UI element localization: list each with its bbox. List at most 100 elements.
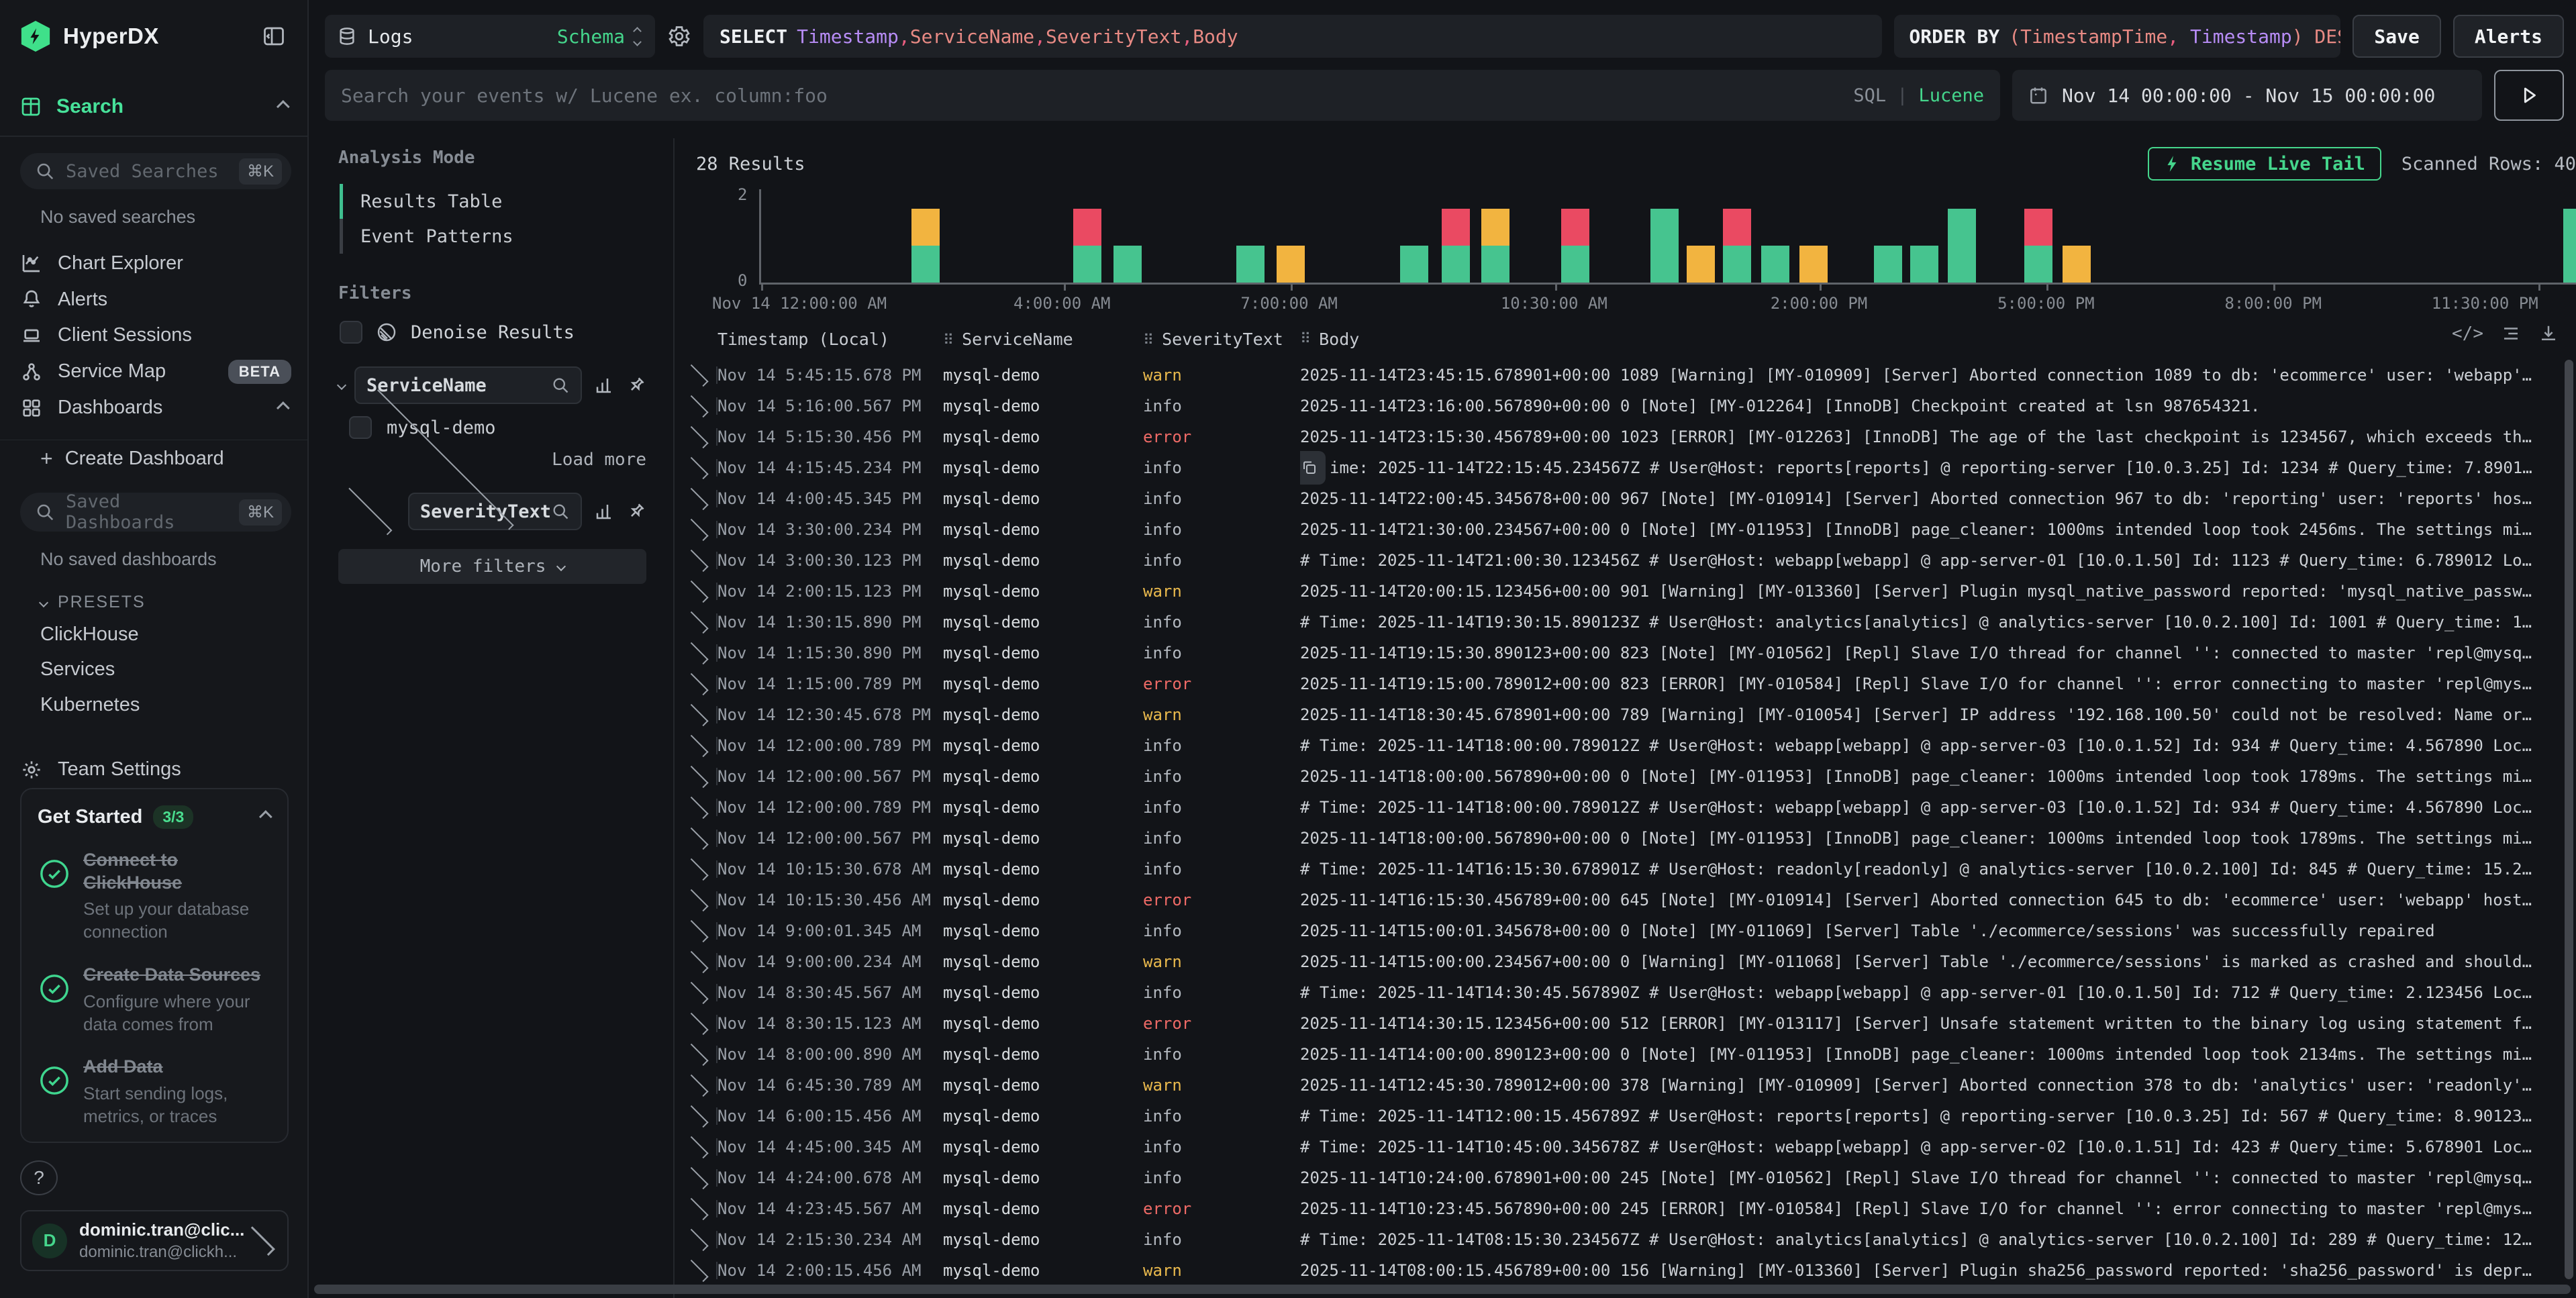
- expand-chevron-icon[interactable]: [686, 827, 708, 849]
- column-header-servicename[interactable]: ⠿ServiceName: [943, 330, 1143, 349]
- create-dashboard-button[interactable]: + Create Dashboard: [40, 440, 295, 477]
- mode-event-patterns[interactable]: Event Patterns: [340, 219, 646, 254]
- chevron-up-icon[interactable]: [277, 401, 290, 415]
- saved-dashboards-input[interactable]: Saved Dashboards ⌘K: [20, 493, 291, 532]
- drag-grip-icon[interactable]: ⠿: [1143, 332, 1154, 349]
- expand-chevron-icon[interactable]: [686, 549, 708, 571]
- horizontal-scrollbar[interactable]: [314, 1285, 2571, 1294]
- expand-chevron-icon[interactable]: [686, 889, 708, 911]
- collapse-sidebar-icon[interactable]: [262, 24, 286, 48]
- order-by-input[interactable]: ORDER BY (TimestampTime, Timestamp) DESC: [1894, 15, 2340, 58]
- expand-chevron-icon[interactable]: [686, 580, 708, 602]
- vertical-scrollbar[interactable]: [2565, 360, 2573, 1279]
- table-row[interactable]: Nov 14 8:30:45.567 AM mysql-demo info # …: [685, 977, 2576, 1008]
- expand-chevron-icon[interactable]: [686, 858, 708, 880]
- alerts-button[interactable]: Alerts: [2453, 15, 2564, 58]
- sidebar-item-kubernetes[interactable]: Kubernetes: [40, 687, 295, 722]
- expand-chevron-icon[interactable]: [686, 765, 708, 787]
- presets-toggle[interactable]: PRESETS: [40, 587, 295, 617]
- table-row[interactable]: Nov 14 5:15:30.456 PM mysql-demo error 2…: [685, 421, 2576, 452]
- table-row[interactable]: Nov 14 8:30:15.123 AM mysql-demo error 2…: [685, 1008, 2576, 1039]
- select-clause-input[interactable]: SELECT Timestamp,ServiceName,SeverityTex…: [703, 15, 1882, 58]
- table-row[interactable]: Nov 14 1:30:15.890 PM mysql-demo info # …: [685, 607, 2576, 638]
- save-button[interactable]: Save: [2352, 15, 2440, 58]
- table-row[interactable]: Nov 14 9:00:00.234 AM mysql-demo warn 20…: [685, 946, 2576, 977]
- table-row[interactable]: Nov 14 1:15:00.789 PM mysql-demo error 2…: [685, 668, 2576, 699]
- table-row[interactable]: Nov 14 8:00:00.890 AM mysql-demo info 20…: [685, 1039, 2576, 1070]
- expand-chevron-icon[interactable]: [686, 981, 708, 1003]
- expand-chevron-icon[interactable]: [686, 703, 708, 726]
- column-header-severitytext[interactable]: ⠿SeverityText: [1143, 330, 1300, 349]
- facet-chart-icon[interactable]: [594, 501, 614, 521]
- source-select[interactable]: Logs Schema: [325, 15, 655, 58]
- expand-chevron-icon[interactable]: [686, 487, 708, 509]
- table-row[interactable]: Nov 14 6:00:15.456 AM mysql-demo info # …: [685, 1101, 2576, 1132]
- table-row[interactable]: Nov 14 6:45:30.789 AM mysql-demo warn 20…: [685, 1070, 2576, 1101]
- facet-servicename[interactable]: ServiceName: [354, 366, 582, 404]
- table-row[interactable]: Nov 14 10:15:30.678 AM mysql-demo info #…: [685, 854, 2576, 885]
- sidebar-item-team-settings[interactable]: Team Settings: [20, 752, 295, 788]
- sidebar-item-alerts[interactable]: Alerts: [20, 281, 295, 317]
- table-row[interactable]: Nov 14 4:00:45.345 PM mysql-demo info 20…: [685, 483, 2576, 514]
- copy-icon[interactable]: [1300, 451, 1326, 485]
- get-started-item[interactable]: Connect to ClickHouseSet up your databas…: [38, 849, 273, 944]
- facet-chart-icon[interactable]: [594, 375, 614, 395]
- mode-results-table[interactable]: Results Table: [340, 184, 646, 219]
- expand-chevron-icon[interactable]: [686, 1166, 708, 1189]
- table-row[interactable]: Nov 14 4:23:45.567 AM mysql-demo error 2…: [685, 1193, 2576, 1224]
- run-query-button[interactable]: [2494, 70, 2564, 121]
- sidebar-item-clickhouse[interactable]: ClickHouse: [40, 617, 295, 652]
- expand-chevron-icon[interactable]: [686, 1259, 708, 1281]
- table-row[interactable]: Nov 14 12:00:00.789 PM mysql-demo info #…: [685, 792, 2576, 823]
- expand-chevron-icon[interactable]: [686, 1105, 708, 1127]
- pin-icon[interactable]: [626, 501, 646, 521]
- expand-chevron-icon[interactable]: [686, 1136, 708, 1158]
- expand-chevron-icon[interactable]: [686, 642, 708, 664]
- column-header-body[interactable]: ⠿Body: [1300, 330, 2576, 349]
- language-lucene[interactable]: Lucene: [1918, 85, 1984, 106]
- more-filters-button[interactable]: More filters: [338, 549, 646, 584]
- sidebar-item-dashboards[interactable]: Dashboards: [20, 390, 295, 426]
- table-row[interactable]: Nov 14 10:15:30.456 AM mysql-demo error …: [685, 885, 2576, 915]
- table-row[interactable]: Nov 14 4:15:45.234 PM mysql-demo info im…: [685, 452, 2576, 483]
- table-row[interactable]: Nov 14 3:30:00.234 PM mysql-demo info 20…: [685, 514, 2576, 545]
- code-view-icon[interactable]: </>: [2452, 323, 2483, 344]
- expand-chevron-icon[interactable]: [686, 919, 708, 942]
- expand-chevron-icon[interactable]: [686, 364, 708, 386]
- table-row[interactable]: Nov 14 3:00:30.123 PM mysql-demo info # …: [685, 545, 2576, 576]
- expand-chevron-icon[interactable]: [686, 1074, 708, 1096]
- expand-chevron-icon[interactable]: [686, 734, 708, 756]
- pin-icon[interactable]: [626, 375, 646, 395]
- language-sql[interactable]: SQL: [1853, 85, 1886, 106]
- user-menu[interactable]: D dominic.tran@clic... dominic.tran@clic…: [20, 1210, 289, 1271]
- drag-grip-icon[interactable]: ⠿: [943, 332, 954, 349]
- load-more[interactable]: Load more: [348, 450, 646, 470]
- table-row[interactable]: Nov 14 5:45:15.678 PM mysql-demo warn 20…: [685, 360, 2576, 391]
- expand-chevron-icon[interactable]: [686, 1043, 708, 1065]
- sidebar-item-search[interactable]: Search: [20, 91, 295, 122]
- resume-live-tail-button[interactable]: Resume Live Tail: [2148, 147, 2381, 181]
- denoise-checkbox[interactable]: [340, 321, 362, 344]
- chevron-right-icon[interactable]: [345, 488, 393, 536]
- get-started-item[interactable]: Create Data SourcesConfigure where your …: [38, 964, 273, 1036]
- expand-chevron-icon[interactable]: [686, 796, 708, 818]
- chevron-up-icon[interactable]: [277, 100, 290, 113]
- histogram-plot[interactable]: [759, 189, 2576, 285]
- expand-chevron-icon[interactable]: [686, 950, 708, 972]
- expand-chevron-icon[interactable]: [686, 672, 708, 695]
- facet-value-checkbox[interactable]: [349, 416, 372, 439]
- expand-chevron-icon[interactable]: [686, 1012, 708, 1034]
- table-row[interactable]: Nov 14 9:00:01.345 AM mysql-demo info 20…: [685, 915, 2576, 946]
- sidebar-item-client-sessions[interactable]: Client Sessions: [20, 317, 295, 354]
- table-row[interactable]: Nov 14 12:30:45.678 PM mysql-demo warn 2…: [685, 699, 2576, 730]
- table-row[interactable]: Nov 14 12:00:00.567 PM mysql-demo info 2…: [685, 761, 2576, 792]
- table-row[interactable]: Nov 14 5:16:00.567 PM mysql-demo info 20…: [685, 391, 2576, 421]
- source-settings-gear-icon[interactable]: [667, 24, 691, 48]
- search-icon[interactable]: [551, 376, 570, 395]
- table-row[interactable]: Nov 14 2:15:30.234 AM mysql-demo info # …: [685, 1224, 2576, 1255]
- column-header-timestamp[interactable]: Timestamp (Local): [717, 330, 943, 349]
- search-icon[interactable]: [551, 502, 570, 521]
- expand-chevron-icon[interactable]: [686, 518, 708, 540]
- get-started-item[interactable]: Add DataStart sending logs, metrics, or …: [38, 1056, 273, 1128]
- expand-chevron-icon[interactable]: [686, 1197, 708, 1219]
